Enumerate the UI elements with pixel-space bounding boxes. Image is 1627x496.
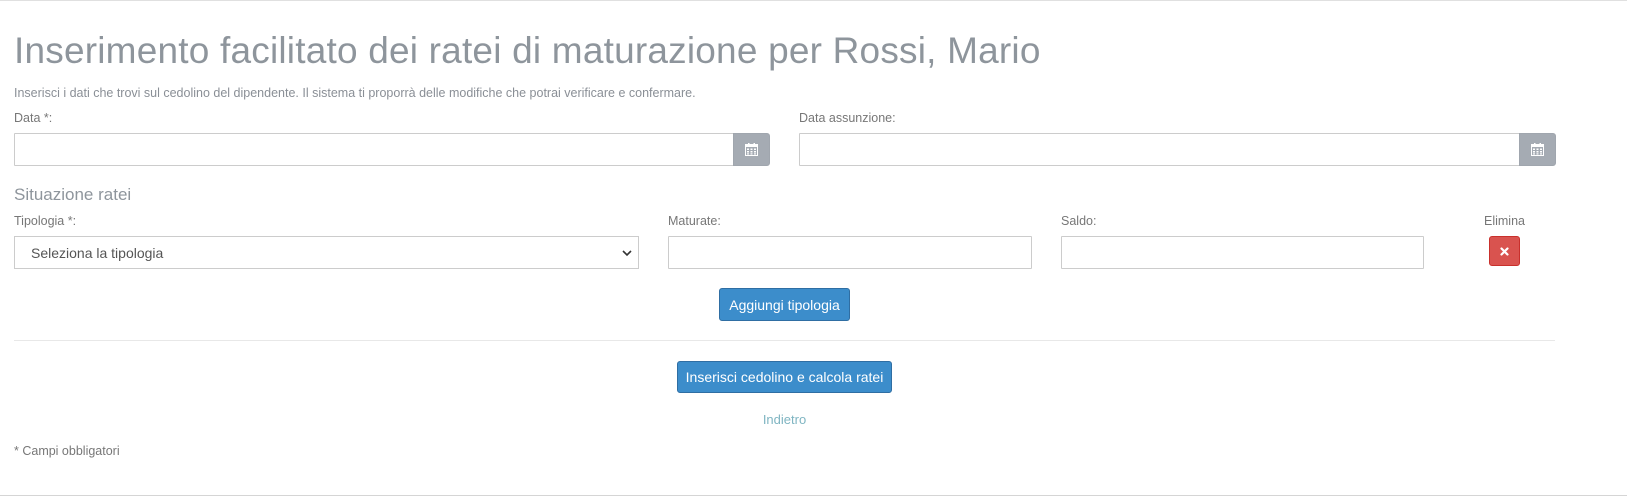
top-border [0, 0, 1627, 1]
data-calendar-button[interactable] [733, 133, 770, 166]
required-fields-note: * Campi obbligatori [14, 444, 120, 458]
page-subtitle: Inserisci i dati che trovi sul cedolino … [14, 86, 696, 100]
data-assunzione-calendar-button[interactable] [1519, 133, 1556, 166]
saldo-label: Saldo: [1061, 214, 1097, 228]
divider [14, 340, 1555, 341]
calendar-icon [745, 143, 758, 156]
section-title-ratei: Situazione ratei [14, 185, 132, 204]
chevron-down-icon [622, 250, 632, 257]
page-title: Inserimento facilitato dei ratei di matu… [14, 30, 1041, 71]
saldo-input[interactable] [1061, 236, 1424, 269]
maturate-label: Maturate: [668, 214, 721, 228]
data-input[interactable] [14, 133, 734, 166]
tipologia-selected-value: Seleziona la tipologia [31, 244, 164, 261]
add-tipologia-button[interactable]: Aggiungi tipologia [719, 288, 850, 321]
maturate-input[interactable] [668, 236, 1032, 269]
delete-row-button[interactable] [1489, 236, 1520, 266]
tipologia-label: Tipologia *: [14, 214, 77, 228]
data-label: Data *: [14, 111, 53, 125]
close-icon [1500, 246, 1509, 256]
calendar-icon [1531, 143, 1544, 156]
submit-button[interactable]: Inserisci cedolino e calcola ratei [677, 361, 892, 393]
data-assunzione-label: Data assunzione: [799, 111, 896, 125]
tipologia-select[interactable]: Seleziona la tipologia [14, 236, 639, 269]
data-assunzione-input[interactable] [799, 133, 1520, 166]
back-link[interactable]: Indietro [0, 412, 1569, 427]
elimina-label: Elimina [1484, 214, 1525, 228]
